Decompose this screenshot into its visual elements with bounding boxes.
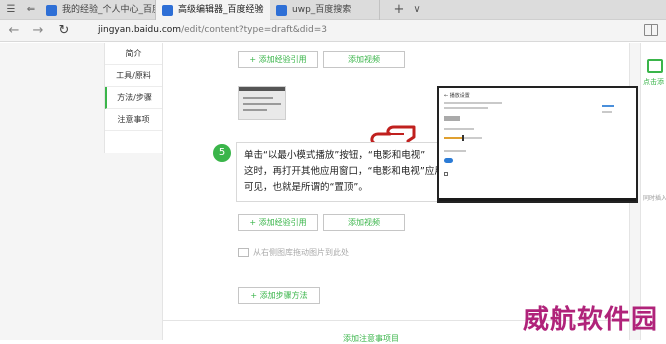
baidu-favicon-icon (276, 5, 287, 16)
forward-arrow-icon[interactable]: → (30, 23, 46, 39)
preview-slider (444, 135, 482, 141)
nav-item-tools[interactable]: 工具/原料 (105, 65, 162, 87)
preview-title: ← 播放设置 (444, 93, 470, 99)
baidu-favicon-icon (162, 5, 173, 16)
rail-add-label[interactable]: 点击添 (643, 77, 664, 87)
tab-advanced-editor[interactable]: 高级编辑器_百度经验 ✕ (156, 0, 270, 20)
preview-button (444, 116, 460, 121)
tab-uwp-search[interactable]: uwp_百度搜索 (270, 0, 380, 20)
step-image-thumbnail[interactable] (238, 86, 286, 120)
add-step-method-button[interactable]: + 添加步骤方法 (238, 287, 320, 304)
preview-link (602, 105, 614, 107)
set-aside-icon[interactable]: ⇐ (24, 3, 38, 17)
preview-checkbox (444, 172, 448, 176)
miniplayer-preview-window: ← 播放设置 (437, 86, 638, 203)
tab-label: 高级编辑器_百度经验 (178, 5, 264, 15)
step-text-line: 单击“以最小模式播放”按钮，“电影和电视” (244, 150, 426, 161)
rail-note: 同时插入 (643, 195, 666, 202)
nav-item-steps[interactable]: 方法/步骤 (105, 87, 162, 109)
tab-bar: ☰ ⇐ 我的经验_个人中心_百度经验 高级编辑器_百度经验 ✕ uwp_百度搜索… (0, 0, 666, 20)
tab-my-experience[interactable]: 我的经验_个人中心_百度经验 (40, 0, 156, 20)
drop-zone-text: 从右侧图库拖动图片到此处 (253, 248, 349, 257)
image-upload-icon[interactable] (647, 59, 663, 73)
url-path: /edit/content?type=draft&did=3 (181, 25, 327, 35)
url-field[interactable]: jingyan.baidu.com/edit/content?type=draf… (98, 25, 327, 35)
tab-label: uwp_百度搜索 (292, 5, 352, 15)
add-notes-button[interactable]: 添加注意事项目 (343, 333, 399, 344)
add-reference-button[interactable]: + 添加经验引用 (238, 51, 318, 68)
page-body: 简介 工具/原料 方法/步骤 注意事项 + 添加经验引用 添加视频 5 单击“以… (0, 43, 666, 343)
address-bar: ← → ↻ jingyan.baidu.com/edit/content?typ… (0, 20, 666, 42)
image-library-rail: 点击添 同时插入 (640, 43, 666, 340)
step-text-line: 可见，也就是所谓的“置顶”。 (244, 182, 368, 193)
preview-toggle (444, 158, 453, 163)
add-reference-button[interactable]: + 添加经验引用 (238, 214, 318, 231)
new-tab-button[interactable]: + (392, 3, 406, 17)
nav-item-intro[interactable]: 简介 (105, 43, 162, 65)
add-video-button[interactable]: 添加视频 (323, 214, 405, 231)
nav-item-notes[interactable]: 注意事项 (105, 109, 162, 131)
reading-view-icon[interactable] (644, 24, 658, 36)
tab-label: 我的经验_个人中心_百度经验 (62, 5, 155, 15)
url-domain: jingyan.baidu.com (98, 25, 182, 35)
section-nav: 简介 工具/原料 方法/步骤 注意事项 (104, 43, 162, 153)
baidu-favicon-icon (46, 5, 57, 16)
refresh-icon[interactable]: ↻ (56, 23, 72, 39)
watermark-text: 威航软件园 (522, 305, 658, 335)
image-drop-zone[interactable]: 从右侧图库拖动图片到此处 (238, 247, 349, 258)
image-icon (238, 248, 249, 257)
step-number-badge: 5 (213, 144, 231, 162)
add-video-button[interactable]: 添加视频 (323, 51, 405, 68)
tab-menu-button[interactable]: ∨ (410, 3, 424, 17)
back-arrow-icon[interactable]: ← (6, 23, 22, 39)
close-tab-icon[interactable]: ✕ (256, 0, 264, 20)
tab-list-icon[interactable]: ☰ (4, 3, 18, 17)
